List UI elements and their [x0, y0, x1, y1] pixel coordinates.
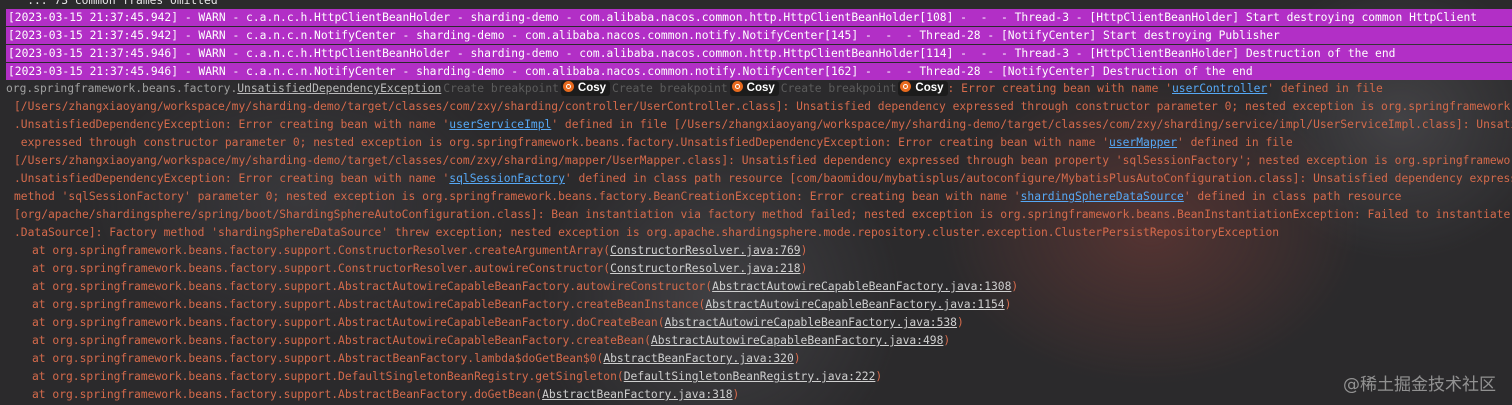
message-text: ' defined in class path resource — [1183, 190, 1402, 203]
bean-link-usercontroller[interactable]: userController — [1172, 82, 1267, 95]
stack-source-link[interactable]: AbstractAutowireCapableBeanFactory.java:… — [712, 280, 1011, 293]
cosy-label: Cosy — [577, 82, 607, 94]
stack-frame: at org.springframework.beans.factory.sup… — [32, 368, 1512, 385]
stack-frame: at org.springframework.beans.factory.sup… — [32, 278, 1512, 295]
stack-method: at org.springframework.beans.factory.sup… — [32, 370, 624, 383]
watermark: @稀土掘金技术社区 — [1343, 375, 1496, 395]
create-breakpoint-link[interactable]: Create breakpoint — [781, 82, 897, 95]
message-continuation-line: .DataSource]: Factory method 'shardingSp… — [14, 224, 1512, 241]
stack-method: at org.springframework.beans.factory.sup… — [32, 352, 604, 365]
message-continuation-line: method 'sqlSessionFactory' parameter 0; … — [14, 188, 1512, 205]
stack-frame: at org.springframework.beans.factory.sup… — [32, 386, 1512, 403]
console-output: ... 73 common frames omitted [2023-03-15… — [0, 0, 1512, 405]
stack-method: at org.springframework.beans.factory.sup… — [32, 244, 611, 257]
bean-link-userserviceimpl[interactable]: userServiceImpl — [449, 118, 551, 131]
stack-source-link[interactable]: DefaultSingletonBeanRegistry.java:222 — [624, 370, 876, 383]
stack-source-link[interactable]: AbstractAutowireCapableBeanFactory.java:… — [705, 298, 1004, 311]
message-text: ' defined in file [/Users/zhangxiaoyang/… — [551, 118, 1512, 131]
cosy-button[interactable]: Cosy — [729, 81, 779, 96]
stack-frame: at org.springframework.beans.factory.sup… — [32, 296, 1512, 313]
message-continuation-line: [org/apache/shardingsphere/spring/boot/S… — [14, 206, 1512, 223]
stack-method: at org.springframework.beans.factory.sup… — [32, 388, 543, 401]
cosy-button[interactable]: Cosy — [560, 81, 611, 96]
message-text: ' defined in file — [1177, 136, 1293, 149]
message-continuation-line: [/Users/zhangxiaoyang/workspace/my/shard… — [14, 152, 1512, 169]
stack-source-link[interactable]: AbstractBeanFactory.java:318 — [542, 388, 732, 401]
stack-paren: ) — [1011, 280, 1019, 293]
message-continuation-line: .UnsatisfiedDependencyException: Error c… — [14, 116, 1512, 133]
stack-method: at org.springframework.beans.factory.sup… — [32, 280, 713, 293]
stack-source-link[interactable]: AbstractAutowireCapableBeanFactory.java:… — [651, 334, 943, 347]
stack-frame: at org.springframework.beans.factory.sup… — [32, 242, 1512, 259]
stack-frame: at org.springframework.beans.factory.sup… — [32, 350, 1512, 367]
create-breakpoint-link[interactable]: Create breakpoint — [612, 82, 728, 95]
message-text: ' defined in class path resource [com/ba… — [564, 172, 1512, 185]
stack-frame: at org.springframework.beans.factory.sup… — [32, 260, 1512, 277]
bean-link-sqlsessionfactory[interactable]: sqlSessionFactory — [449, 172, 565, 185]
cosy-icon — [900, 81, 912, 93]
message-text: .UnsatisfiedDependencyException: Error c… — [14, 172, 450, 185]
message-text: .UnsatisfiedDependencyException: Error c… — [14, 118, 450, 131]
stack-paren: ) — [732, 388, 740, 401]
warn-log-line: [2023-03-15 21:37:45.946] - WARN - c.a.n… — [6, 63, 1512, 80]
stack-method: at org.springframework.beans.factory.sup… — [32, 334, 651, 347]
message-text: [/Users/zhangxiaoyang/workspace/my/shard… — [14, 154, 1512, 167]
stack-frame: at org.springframework.beans.factory.sup… — [32, 314, 1512, 331]
stack-method: at org.springframework.beans.factory.sup… — [32, 262, 611, 275]
cosy-icon — [562, 81, 574, 93]
message-text: [org/apache/shardingsphere/spring/boot/S… — [14, 208, 1512, 221]
warn-log-line: [2023-03-15 21:37:45.942] - WARN - c.a.n… — [6, 9, 1512, 26]
stack-paren: ) — [875, 370, 883, 383]
stack-paren: ) — [943, 334, 951, 347]
message-text: [/Users/zhangxiaoyang/workspace/my/shard… — [14, 100, 1512, 113]
stack-source-link[interactable]: AbstractBeanFactory.java:320 — [603, 352, 793, 365]
stack-paren: ) — [800, 244, 808, 257]
stack-paren: ) — [1004, 298, 1012, 311]
create-breakpoint-link[interactable]: Create breakpoint — [443, 82, 559, 95]
stack-source-link[interactable]: AbstractAutowireCapableBeanFactory.java:… — [665, 316, 957, 329]
exception-message: : Error creating bean with name ' — [947, 82, 1172, 95]
exception-package: org.springframework.beans.factory. — [6, 82, 238, 95]
omitted-frames-line: ... 73 common frames omitted — [0, 0, 218, 7]
exception-header-line: org.springframework.beans.factory.Unsati… — [6, 80, 1512, 97]
message-text: expressed through constructor parameter … — [14, 136, 1110, 149]
stack-method: at org.springframework.beans.factory.sup… — [32, 316, 665, 329]
cosy-label: Cosy — [746, 82, 775, 94]
message-continuation-line: expressed through constructor parameter … — [14, 134, 1512, 151]
stack-paren: ) — [793, 352, 801, 365]
cosy-label: Cosy — [915, 82, 944, 94]
bean-link-shardingspheredatasource[interactable]: shardingSphereDataSource — [1021, 190, 1184, 203]
message-continuation-line: [/Users/zhangxiaoyang/workspace/my/shard… — [14, 98, 1512, 115]
stack-paren: ) — [800, 262, 808, 275]
exception-message-suffix: ' defined in file — [1267, 82, 1383, 95]
cosy-icon — [731, 81, 743, 93]
exception-class-link[interactable]: UnsatisfiedDependencyException — [237, 82, 441, 95]
stack-source-link[interactable]: ConstructorResolver.java:769 — [610, 244, 800, 257]
stack-paren: ) — [957, 316, 964, 329]
message-text: .DataSource]: Factory method 'shardingSp… — [14, 226, 1280, 239]
bean-link-usermapper[interactable]: userMapper — [1109, 136, 1177, 149]
cosy-button[interactable]: Cosy — [898, 81, 948, 96]
warn-log-line: [2023-03-15 21:37:45.946] - WARN - c.a.n… — [6, 45, 1512, 62]
message-continuation-line: .UnsatisfiedDependencyException: Error c… — [14, 170, 1512, 187]
warn-log-line: [2023-03-15 21:37:45.942] - WARN - c.a.n… — [6, 27, 1512, 44]
stack-method: at org.springframework.beans.factory.sup… — [32, 298, 706, 311]
stack-source-link[interactable]: ConstructorResolver.java:218 — [610, 262, 800, 275]
stack-frame: at org.springframework.beans.factory.sup… — [32, 332, 1512, 349]
message-text: method 'sqlSessionFactory' parameter 0; … — [14, 190, 1021, 203]
